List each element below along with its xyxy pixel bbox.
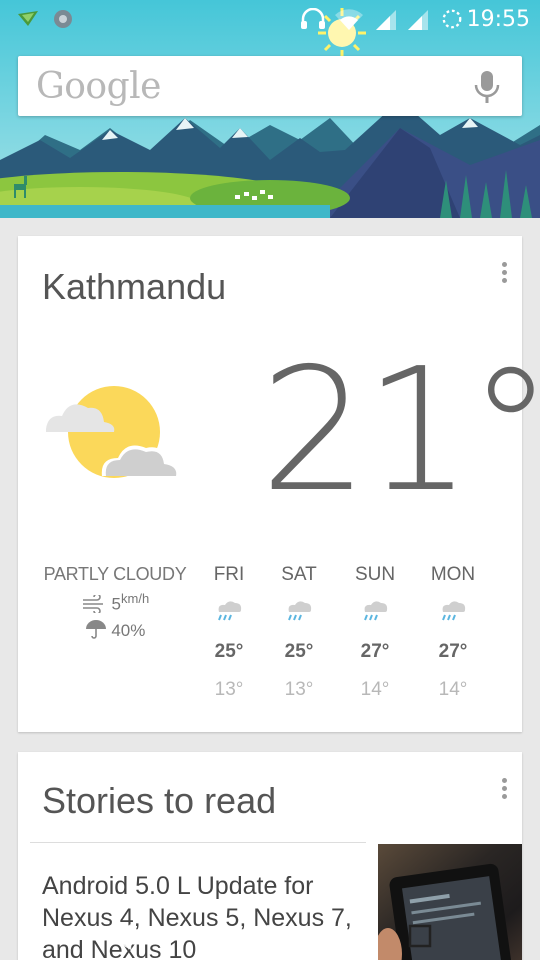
rain-cloud-icon [442, 601, 466, 621]
precipitation-chance: 40% [111, 620, 146, 640]
forecast-day-name: MON [430, 564, 476, 585]
recents-icon[interactable] [408, 924, 432, 953]
forecast-day-name: SAT [281, 564, 317, 585]
signal-icon [408, 10, 428, 30]
condition-label: PARTLY CLOUDY [43, 564, 187, 584]
weather-card[interactable]: Kathmandu 21° PARTLY CLOUDY 5km/h 40% FR… [18, 236, 540, 732]
umbrella-icon [85, 619, 106, 639]
signal-icon [376, 10, 396, 30]
forecast-day: SUN 27° 14° [345, 564, 405, 701]
forecast-high: 27° [360, 641, 390, 662]
forecast-day: FRI 25° 13° [199, 564, 259, 701]
wind-unit: km/h [121, 591, 150, 606]
wind-icon [82, 592, 103, 615]
forecast-high: 25° [284, 641, 314, 662]
overflow-menu-icon[interactable] [498, 778, 510, 802]
headset-icon [301, 8, 325, 29]
forecast-low: 14° [438, 679, 468, 700]
forecast-day: SAT 25° 13° [269, 564, 329, 701]
forecast-day-name: FRI [213, 564, 245, 585]
current-temperature: 21° [260, 332, 540, 530]
forecast-low: 13° [284, 679, 314, 700]
sync-icon [442, 9, 462, 29]
forecast-low: 14° [360, 679, 390, 700]
wind-row: 5km/h [42, 591, 188, 615]
partly-cloudy-icon [46, 386, 181, 478]
divider [30, 842, 366, 843]
back-icon[interactable] [107, 923, 132, 955]
rain-cloud-icon [364, 601, 388, 621]
overflow-menu-icon[interactable] [498, 262, 510, 286]
forecast-high: 27° [438, 641, 468, 662]
clock: 19:55 [466, 7, 530, 32]
current-conditions: PARTLY CLOUDY 5km/h 40% [42, 564, 188, 641]
forecast-day-name: SUN [354, 564, 396, 585]
wifi-icon [335, 9, 363, 30]
wind-speed: 5 [111, 594, 122, 614]
rain-cloud-icon [218, 601, 242, 621]
google-logo: Google [36, 66, 161, 107]
stories-title: Stories to read [42, 780, 277, 821]
precipitation-row: 40% [42, 619, 188, 641]
search-bar[interactable]: Google [18, 56, 522, 116]
app-notification-icon [54, 10, 72, 28]
home-icon[interactable] [257, 924, 283, 955]
mic-icon[interactable] [474, 70, 500, 104]
forecast-day: MON 27° 14° [423, 564, 483, 701]
forecast-low: 13° [214, 679, 244, 700]
navigation-bar [0, 902, 540, 960]
city-name: Kathmandu [42, 266, 227, 307]
app-notification-icon [18, 11, 38, 26]
forecast-high: 25° [214, 641, 244, 662]
status-bar: 19:55 [0, 0, 540, 38]
rain-cloud-icon [288, 601, 312, 621]
